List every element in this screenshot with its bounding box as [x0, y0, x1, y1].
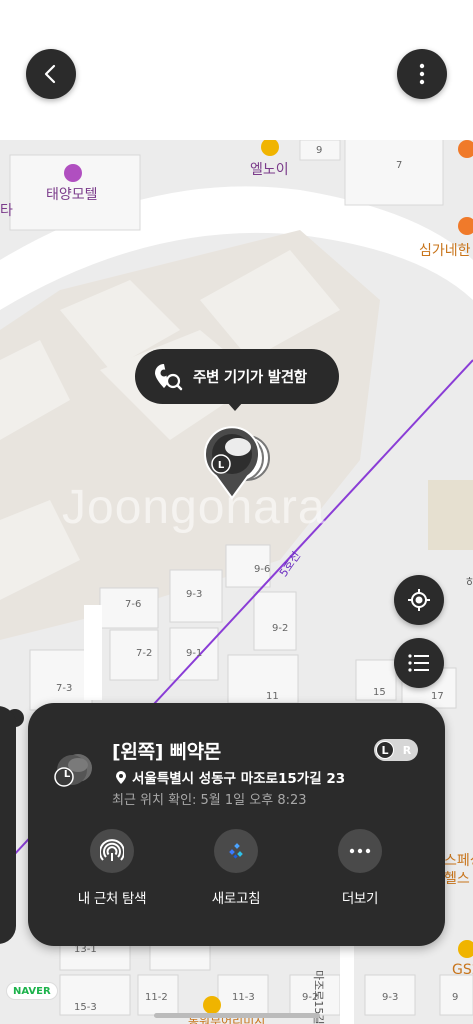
- parcel-number: 7: [396, 160, 403, 171]
- parcel-number: 9-2: [302, 992, 319, 1003]
- parcel-number: 9-6: [254, 564, 271, 575]
- naver-logo[interactable]: NAVER: [6, 982, 58, 1000]
- motel-icon[interactable]: [64, 164, 82, 182]
- parcel-number: 9-2: [272, 623, 289, 634]
- restaurant-icon[interactable]: [458, 140, 473, 158]
- previous-device-card[interactable]: [0, 706, 16, 944]
- shopping-bag-icon[interactable]: [261, 138, 279, 156]
- map-label-gs[interactable]: GS2: [452, 962, 473, 978]
- map-label-simga[interactable]: 심가네한: [419, 240, 471, 260]
- more-button[interactable]: 더보기: [310, 829, 410, 907]
- bubble-tail: [227, 402, 243, 411]
- store-icon[interactable]: [203, 996, 221, 1014]
- parcel-number: 9-3: [382, 992, 399, 1003]
- more-label: 더보기: [341, 891, 379, 907]
- store-icon[interactable]: [458, 940, 473, 958]
- parcel-number: 17: [431, 691, 444, 702]
- address-text: 서울특별시 성동구 마조로15가길 23: [132, 771, 346, 787]
- last-seen-text: 최근 위치 확인: 5월 1일 오후 8:23: [112, 793, 307, 808]
- toggle-right[interactable]: R: [398, 744, 416, 757]
- svg-text:L: L: [218, 460, 225, 471]
- nearby-device-bubble[interactable]: 주변 기기가 발견함: [135, 349, 339, 404]
- map-label-helth: 헬스: [444, 871, 470, 887]
- parcel-number: 9: [452, 992, 459, 1003]
- device-title: [왼쪽] 삐약몬: [112, 741, 221, 763]
- parcel-number: 9-3: [186, 589, 203, 600]
- map-label-ellnoi[interactable]: 엘노이: [250, 159, 289, 179]
- map-label-ha: 하: [466, 576, 473, 589]
- location-pin-icon: [116, 770, 126, 784]
- refresh-button[interactable]: 새로고침: [186, 829, 286, 907]
- my-location-button[interactable]: [394, 575, 444, 625]
- refresh-icon: [229, 843, 243, 859]
- map-label-spel[interactable]: 스페싱: [444, 850, 473, 870]
- device-card[interactable]: L [왼쪽] 삐약몬 L R 서울특별시 성동구 마조로15가길 23 최근 위…: [28, 703, 445, 946]
- list-icon: [408, 654, 429, 672]
- parcel-number: 7-3: [56, 683, 73, 694]
- chevron-left-icon: [44, 64, 56, 84]
- status-bar: [0, 0, 473, 36]
- more-vertical-icon: [419, 63, 425, 85]
- earbud-icon: [54, 754, 92, 787]
- crosshair-icon: [408, 589, 430, 611]
- list-button[interactable]: [394, 638, 444, 688]
- parcel-number: 15-3: [74, 1002, 97, 1013]
- device-address: 서울특별시 성동구 마조로15가길 23: [116, 767, 345, 787]
- device-badge: L: [63, 769, 71, 780]
- restaurant-icon[interactable]: [458, 217, 473, 235]
- parcel-number: 7-2: [136, 648, 153, 659]
- nearby-scan-button[interactable]: 내 근처 탐색: [62, 829, 162, 907]
- bubble-text: 주변 기기가 발견함: [193, 370, 307, 386]
- parcel-number: 11: [266, 691, 279, 702]
- toggle-left[interactable]: L: [376, 741, 394, 759]
- parcel-number: 9-1: [186, 648, 203, 659]
- map-label-ta: 타: [0, 203, 13, 219]
- more-horizontal-icon: [349, 848, 371, 854]
- parcel-number: 15: [373, 687, 386, 698]
- home-indicator[interactable]: [154, 1013, 320, 1018]
- nearby-scan-icon: [100, 839, 124, 861]
- left-right-toggle[interactable]: L R: [374, 739, 418, 761]
- parcel-number: 11-3: [232, 992, 255, 1003]
- parcel-number: 11-2: [145, 992, 168, 1003]
- parcel-number: 9: [316, 145, 323, 156]
- refresh-label: 새로고침: [211, 891, 261, 907]
- nearby-scan-label: 내 근처 탐색: [77, 891, 147, 907]
- location-search-icon: [155, 363, 183, 390]
- device-marker[interactable]: L: [194, 418, 278, 502]
- map-label-motel[interactable]: 태양모텔: [46, 184, 98, 204]
- back-button[interactable]: [26, 49, 76, 99]
- menu-button[interactable]: [397, 49, 447, 99]
- parcel-number: 7-6: [125, 599, 142, 610]
